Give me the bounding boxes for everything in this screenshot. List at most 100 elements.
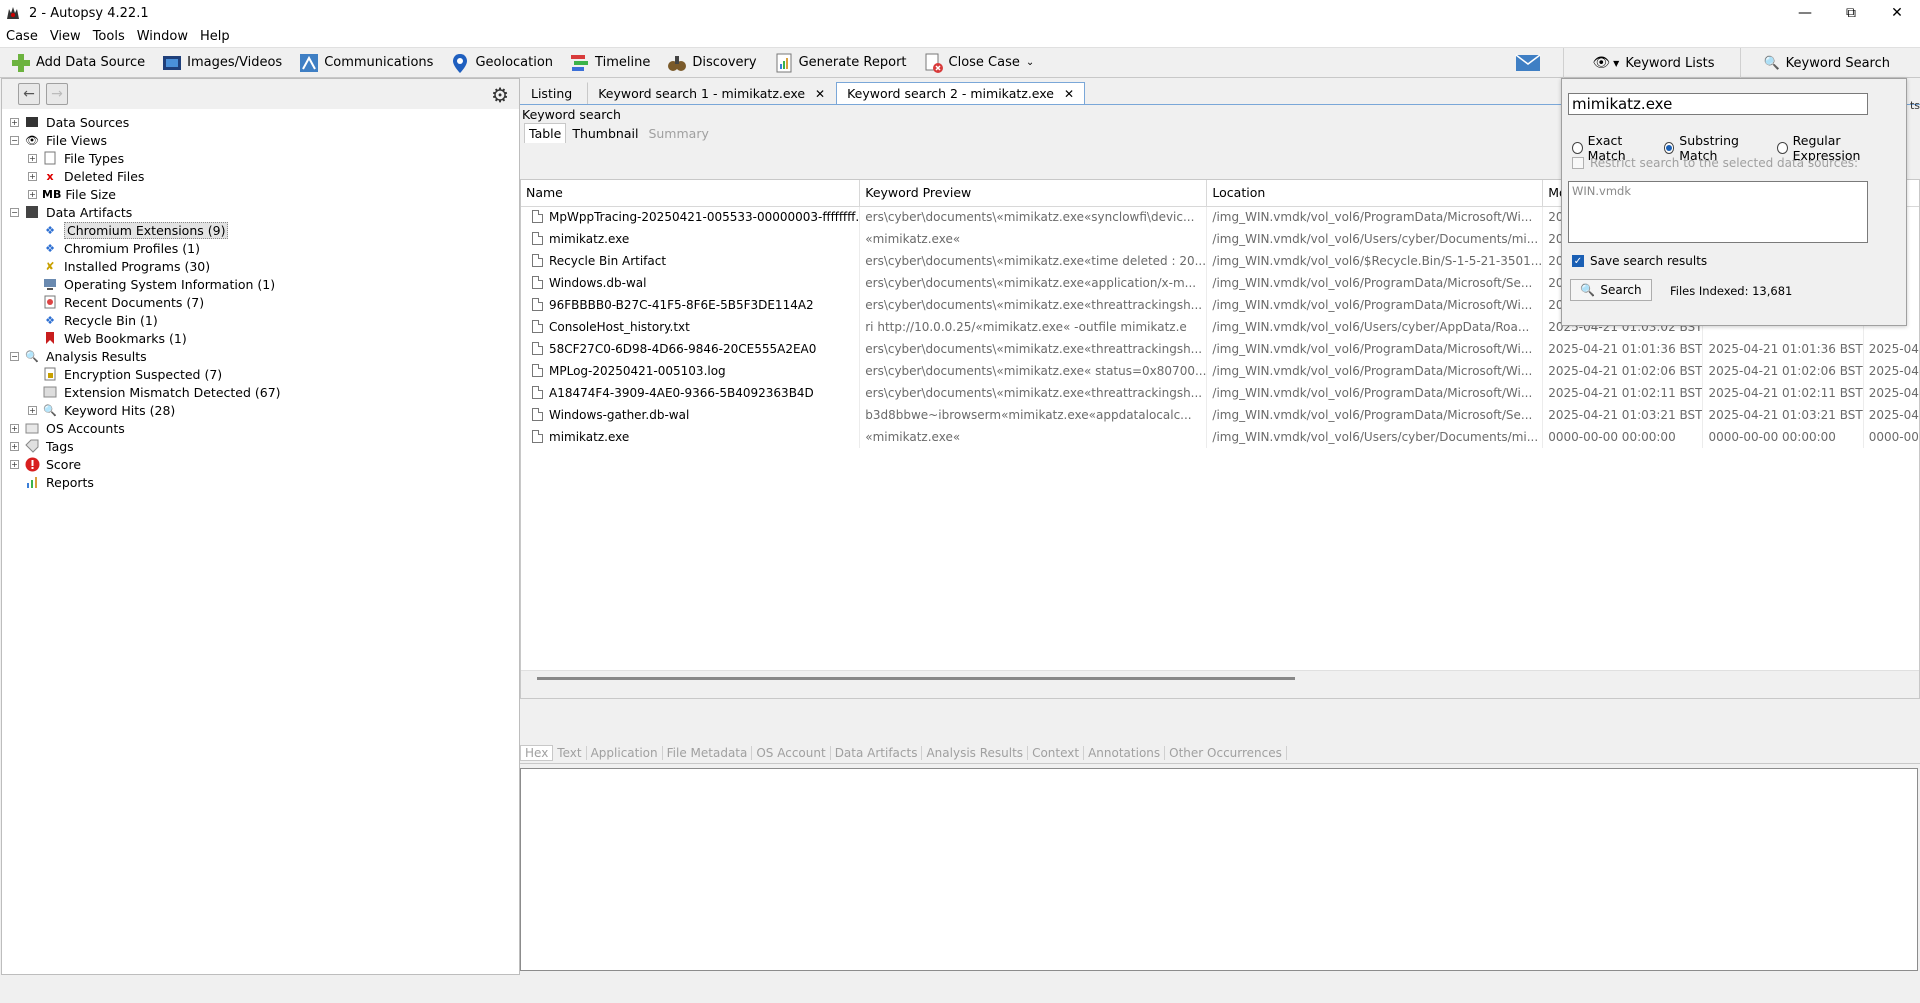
keyword-search-button[interactable]: 🔍 Keyword Search (1740, 48, 1920, 78)
tab-keyword-search-1[interactable]: Keyword search 1 - mimikatz.exe ✕ (587, 82, 836, 104)
save-results-checkbox[interactable]: ✓ (1572, 255, 1584, 267)
tab-application[interactable]: Application (587, 745, 663, 760)
tree-recycle-bin[interactable]: ❖ Recycle Bin (1) (28, 311, 158, 329)
discovery-button[interactable]: Discovery (656, 49, 762, 77)
table-row[interactable]: A18474F4-3909-4AE0-9366-5B4092363B4D ers\… (521, 382, 1919, 404)
close-icon[interactable]: ✕ (1064, 87, 1074, 101)
expand-icon[interactable]: + (28, 153, 37, 163)
tree-chromium-extensions[interactable]: ❖ Chromium Extensions (9) (28, 221, 229, 239)
tree-web-bookmarks[interactable]: Web Bookmarks (1) (28, 329, 187, 347)
tree-recent-documents[interactable]: Recent Documents (7) (28, 293, 204, 311)
tab-listing[interactable]: Listing (520, 82, 587, 104)
generate-report-button[interactable]: Generate Report (763, 49, 913, 77)
tree-encryption-suspected[interactable]: Encryption Suspected (7) (28, 365, 222, 383)
keyword-lists-button[interactable]: 👁 ▼ Keyword Lists (1563, 48, 1740, 78)
subtab-thumbnail[interactable]: Thumbnail (568, 123, 642, 143)
tree-file-size[interactable]: + MB File Size (28, 185, 116, 203)
save-results-option[interactable]: ✓ Save search results (1572, 254, 1707, 268)
gear-icon[interactable]: ⚙ (491, 83, 509, 107)
exact-match-radio[interactable] (1572, 142, 1583, 154)
tree-keyword-hits[interactable]: + 🔍 Keyword Hits (28) (28, 401, 175, 419)
tree-os-info[interactable]: Operating System Information (1) (28, 275, 275, 293)
tree-file-views[interactable]: − 👁 File Views (10, 131, 107, 149)
expand-icon[interactable]: + (10, 117, 19, 127)
table-cell: 2025-04-21 01:02:06 BST (1863, 360, 1919, 382)
back-arrow-icon[interactable]: ← (18, 83, 40, 105)
expand-icon[interactable]: + (28, 189, 37, 199)
table-cell: ers\cyber\documents\«mimikatz.exe«synclo… (859, 206, 1208, 228)
close-icon[interactable]: ✕ (815, 87, 825, 101)
tree-data-artifacts[interactable]: − Data Artifacts (10, 203, 132, 221)
collapse-icon[interactable]: − (10, 135, 19, 145)
tree-deleted-files[interactable]: + x Deleted Files (28, 167, 144, 185)
images-videos-button[interactable]: Images/Videos (151, 49, 288, 77)
tree-reports[interactable]: Reports (10, 473, 94, 491)
menu-case[interactable]: Case (0, 29, 44, 44)
toolbar: Add Data Source Images/Videos Communicat… (0, 48, 1920, 78)
tree-score[interactable]: + Score (10, 455, 81, 473)
table-row[interactable]: 58CF27C0-6D98-4D66-9846-20CE555A2EA0 ers\… (521, 338, 1919, 360)
column-header[interactable]: Keyword Preview (859, 180, 1208, 207)
menu-window[interactable]: Window (131, 29, 194, 44)
horizontal-scrollbar[interactable] (521, 670, 1919, 698)
substring-match-radio[interactable] (1663, 142, 1675, 154)
tab-other-occurrences[interactable]: Other Occurrences (1165, 745, 1287, 760)
binoculars-icon (668, 55, 687, 71)
table-row[interactable]: mimikatz.exe «mimikatz.exe«/img_WIN.vmdk/… (521, 426, 1919, 448)
tree-data-sources[interactable]: + Data Sources (10, 113, 129, 131)
tree-os-accounts[interactable]: + OS Accounts (10, 419, 125, 437)
restore-button[interactable]: ⧉ (1828, 0, 1874, 26)
tag-icon (24, 438, 40, 454)
tab-context[interactable]: Context (1028, 745, 1085, 760)
add-data-source-button[interactable]: Add Data Source (0, 49, 151, 77)
tab-keyword-search-2[interactable]: Keyword search 2 - mimikatz.exe ✕ (836, 82, 1086, 104)
expand-icon[interactable]: + (10, 441, 19, 451)
column-header[interactable]: Name (521, 180, 861, 207)
menu-view[interactable]: View (44, 29, 87, 44)
table-cell: /img_WIN.vmdk/vol_vol6/ProgramData/Micro… (1206, 338, 1544, 360)
table-row[interactable]: Windows-gather.db-wal b3d8bbwe~ibrowserm«… (521, 404, 1919, 426)
collapse-icon[interactable]: − (10, 207, 19, 217)
timeline-button[interactable]: Timeline (559, 49, 656, 77)
data-source-list: WIN.vmdk (1568, 181, 1868, 243)
forward-arrow-icon[interactable]: → (46, 83, 68, 105)
tree-tags[interactable]: + Tags (10, 437, 74, 455)
expand-icon[interactable]: + (10, 423, 19, 433)
communications-button[interactable]: Communications (288, 49, 439, 77)
tab-hex[interactable]: Hex (520, 744, 554, 761)
tree-file-types[interactable]: + File Types (28, 149, 124, 167)
tab-text[interactable]: Text (553, 745, 587, 760)
autopsy-logo-icon (7, 7, 19, 19)
tab-data-artifacts[interactable]: Data Artifacts (831, 745, 923, 760)
table-cell: 2025-04-21 01:02:11 BST (1702, 382, 1864, 404)
geolocation-button[interactable]: Geolocation (439, 49, 559, 77)
collapse-icon[interactable]: − (10, 351, 19, 361)
tree-analysis-results[interactable]: − 🔍 Analysis Results (10, 347, 147, 365)
search-icon: 🔍 (1580, 283, 1596, 297)
close-window-button[interactable]: ✕ (1874, 0, 1920, 26)
close-case-button[interactable]: Close Case ⌄ (913, 49, 1041, 77)
column-header[interactable]: Location (1206, 180, 1544, 207)
tab-os-account[interactable]: OS Account (752, 745, 831, 760)
close-case-icon (925, 53, 943, 73)
scrollbar-thumb[interactable] (537, 677, 1295, 680)
search-button[interactable]: 🔍 Search (1570, 279, 1652, 301)
subtab-table[interactable]: Table (524, 123, 567, 143)
tree-installed-programs[interactable]: ✘ Installed Programs (30) (28, 257, 210, 275)
tree-label: Analysis Results (46, 348, 147, 364)
menu-tools[interactable]: Tools (87, 29, 131, 44)
expand-icon[interactable]: + (28, 405, 37, 415)
tree-chromium-profiles[interactable]: ❖ Chromium Profiles (1) (28, 239, 200, 257)
expand-icon[interactable]: + (10, 459, 19, 469)
tab-analysis-results[interactable]: Analysis Results (922, 745, 1029, 760)
minimize-button[interactable]: — (1782, 0, 1828, 26)
expand-icon[interactable]: + (28, 171, 37, 181)
email-button[interactable] (1493, 48, 1563, 78)
regex-radio[interactable] (1777, 142, 1788, 154)
tab-file-metadata[interactable]: File Metadata (663, 745, 753, 760)
keyword-search-input[interactable]: mimikatz.exe (1568, 93, 1868, 115)
menu-help[interactable]: Help (194, 29, 236, 44)
tree-extension-mismatch[interactable]: Extension Mismatch Detected (67) (28, 383, 281, 401)
tab-annotations[interactable]: Annotations (1084, 745, 1166, 760)
table-row[interactable]: MPLog-20250421-005103.log ers\cyber\docum… (521, 360, 1919, 382)
